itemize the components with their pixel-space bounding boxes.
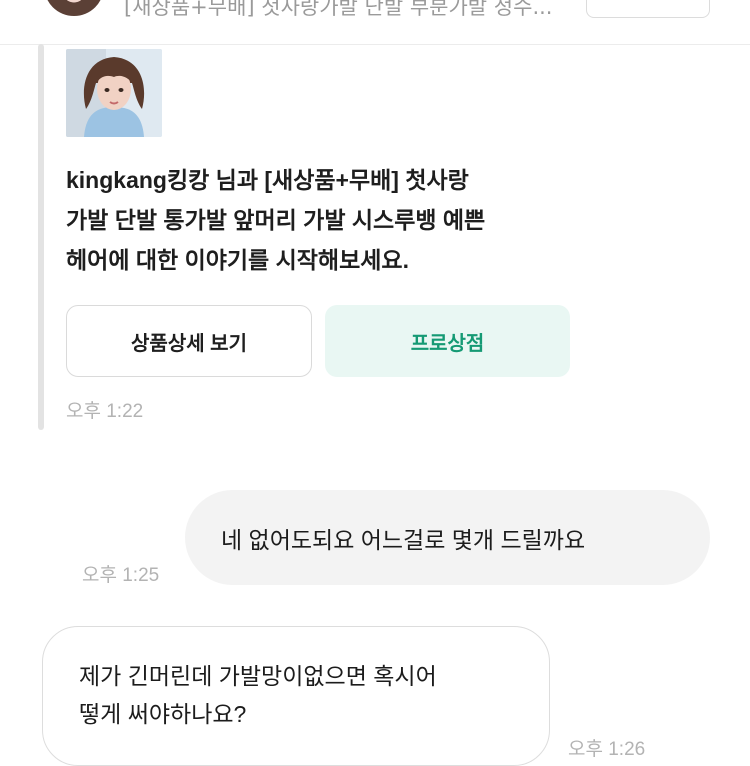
product-action-button[interactable] <box>586 0 710 18</box>
message-time: 오후 1:25 <box>82 565 160 586</box>
received-message-bubble[interactable]: 제가 긴머린데 가발망이없으면 혹시어 떻게 써야하나요? <box>42 626 550 766</box>
message-time: 오후 1:26 <box>568 739 646 760</box>
product-title[interactable]: [새상품+무배] 첫사랑가발 단발 부분가발 정수... <box>124 0 574 22</box>
sent-message-bubble[interactable]: 네 없어도되요 어느걸로 몇개 드릴까요 <box>185 490 710 585</box>
system-message-line: 가발 단발 통가발 앞머리 가발 시스루뱅 예쁜 <box>66 207 486 233</box>
product-bar[interactable]: [새상품+무배] 첫사랑가발 단발 부분가발 정수... <box>0 0 750 45</box>
message-text: 네 없어도되요 어느걸로 몇개 드릴까요 <box>221 526 586 553</box>
system-message-text: kingkang킹캉 님과 [새상품+무배] 첫사랑 가발 단발 통가발 앞머리… <box>66 160 586 280</box>
product-image[interactable] <box>66 49 162 137</box>
product-detail-button[interactable]: 상품상세 보기 <box>66 305 312 377</box>
product-photo-illustration <box>66 49 162 137</box>
message-text: 제가 긴머린데 가발망이없으면 혹시어 <box>79 663 437 689</box>
system-message-divider <box>38 44 44 430</box>
system-message-line: 헤어에 대한 이야기를 시작해보세요. <box>66 247 409 273</box>
pro-shop-button[interactable]: 프로상점 <box>325 305 570 377</box>
system-message-line: kingkang킹캉 님과 [새상품+무배] 첫사랑 <box>66 167 469 193</box>
message-time: 오후 1:22 <box>66 401 144 422</box>
product-thumbnail[interactable] <box>44 0 104 16</box>
message-text: 떻게 써야하나요? <box>79 701 247 727</box>
